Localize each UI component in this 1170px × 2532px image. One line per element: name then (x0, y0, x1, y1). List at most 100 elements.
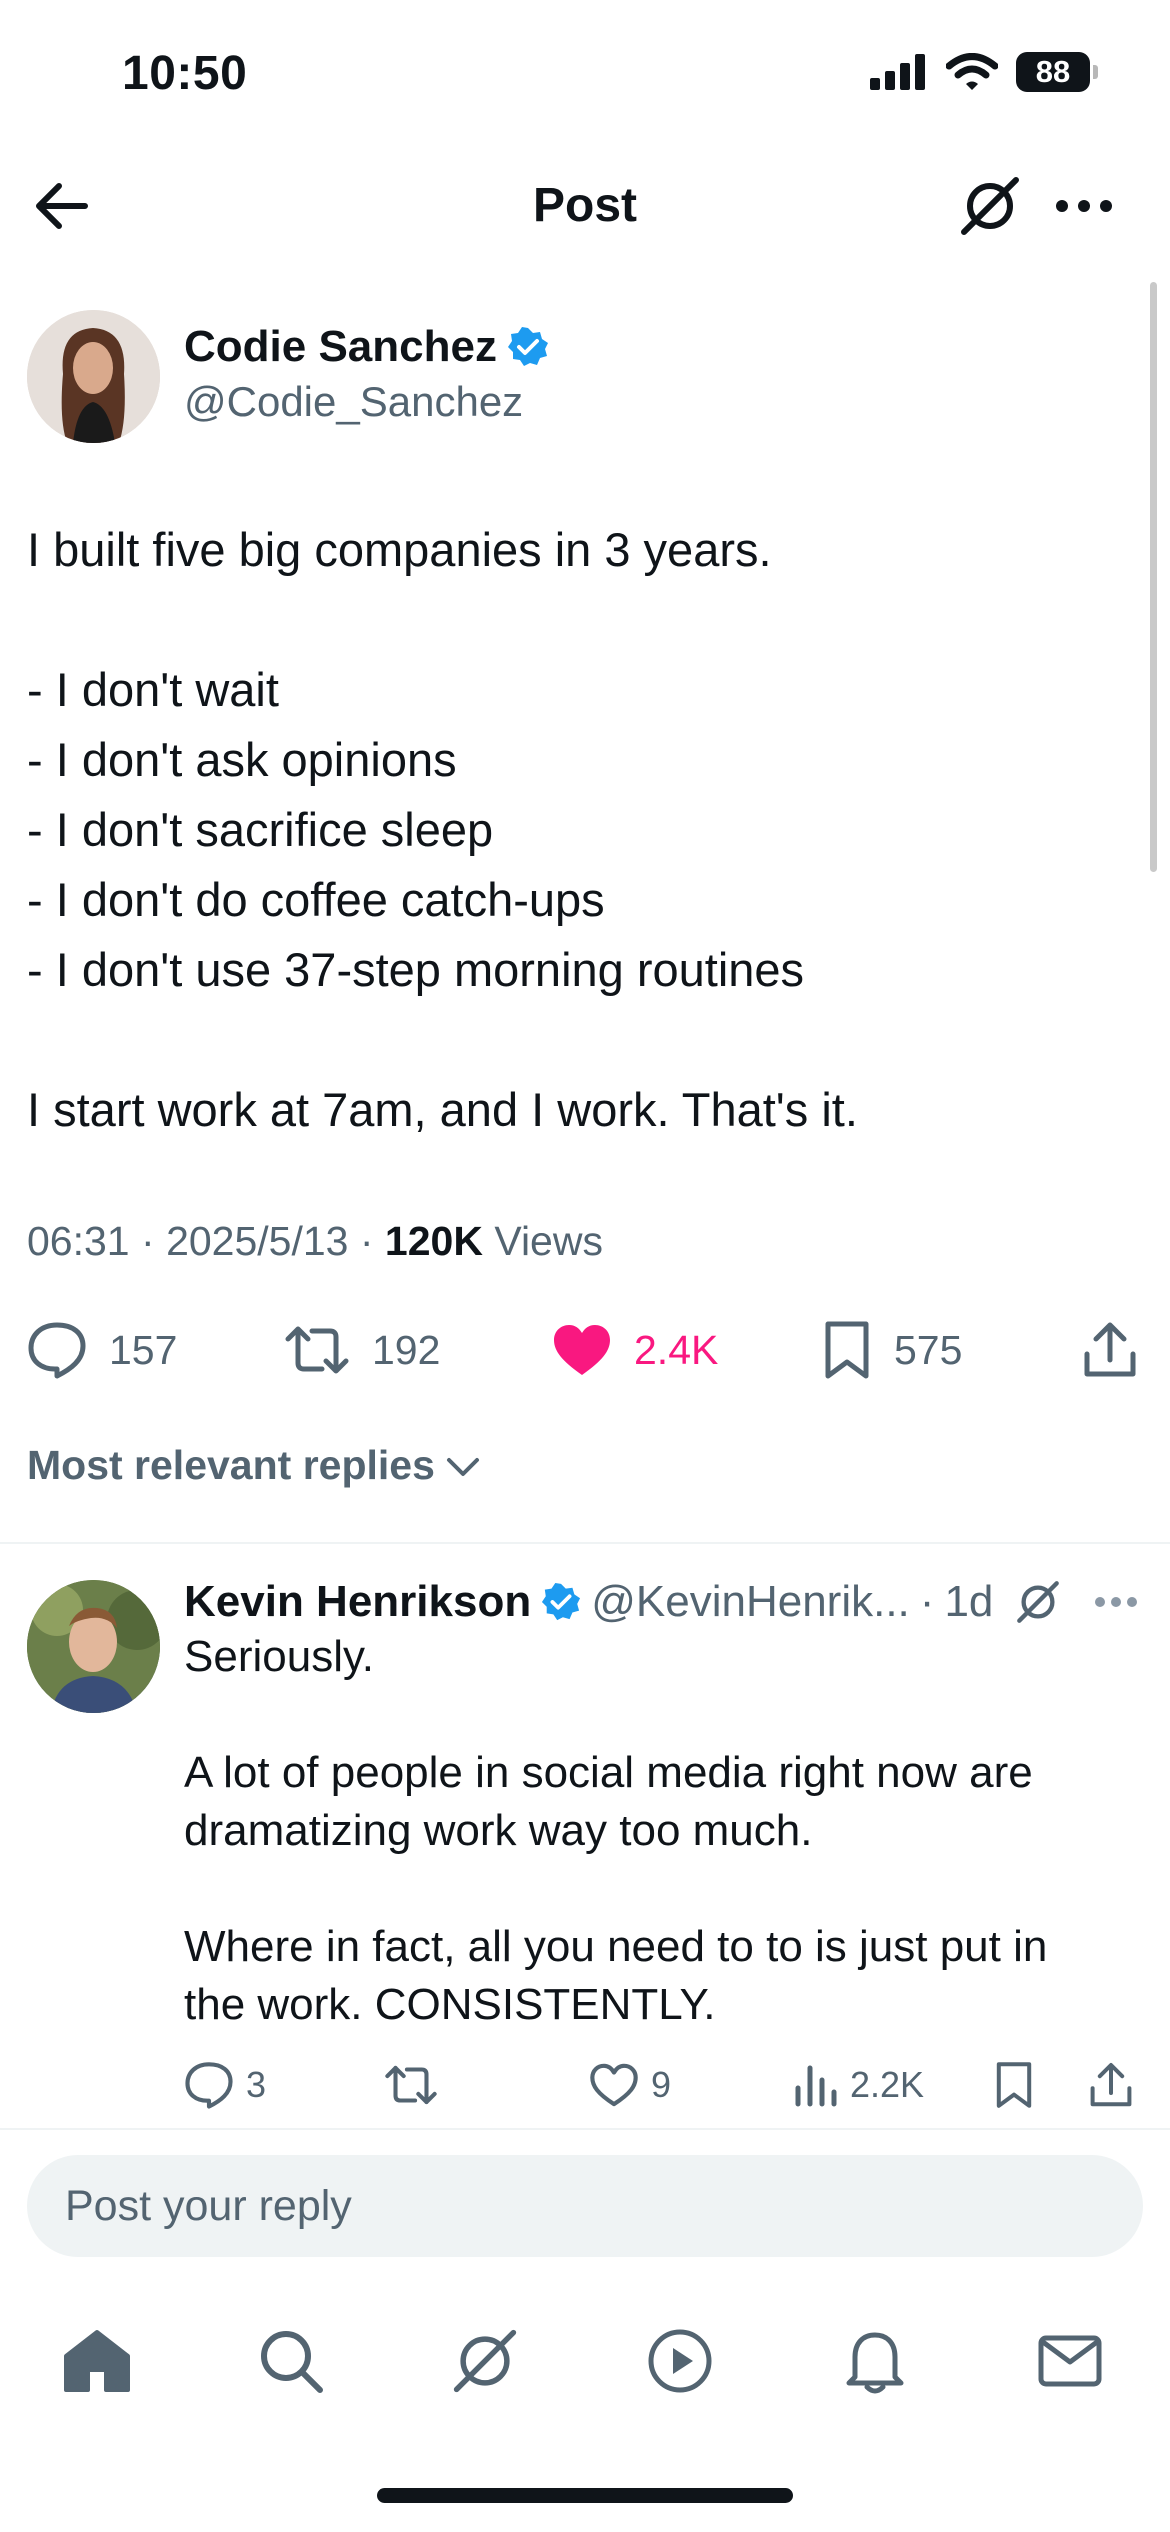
reply-reply-count: 3 (246, 2064, 267, 2105)
wifi-icon (946, 53, 998, 91)
separator-dot: · (141, 1218, 167, 1264)
sort-replies-dropdown[interactable]: Most relevant replies (27, 1442, 481, 1489)
reply-text-line: dramatizing work way too much. (184, 1806, 813, 1855)
reply-bookmark-button[interactable] (994, 2055, 1034, 2115)
post-text-line: - I don't do coffee catch-ups (27, 873, 605, 926)
bell-icon (845, 2327, 905, 2395)
reply-actions: 3 9 2.2K (184, 2055, 1144, 2115)
grok-button[interactable] (955, 176, 1025, 236)
bookmark-icon (822, 1320, 872, 1380)
scrollbar[interactable] (1150, 282, 1157, 872)
reply-header: Kevin Henrikson @KevinHenrik... · 1d (184, 1572, 993, 1632)
verified-badge-icon (541, 1582, 581, 1622)
nav-search[interactable] (236, 2318, 346, 2404)
verified-badge-icon (507, 326, 549, 368)
like-button[interactable]: 2.4K (552, 1310, 718, 1390)
reply-text-line: A lot of people in social media right no… (184, 1748, 1033, 1797)
views-label: Views (494, 1218, 603, 1264)
analytics-icon (794, 2062, 838, 2108)
reply-views-count: 2.2K (850, 2064, 925, 2105)
battery-level: 88 (1035, 54, 1071, 89)
share-button[interactable] (1082, 1310, 1138, 1390)
sort-label: Most relevant replies (27, 1442, 435, 1488)
reply-grok-button[interactable] (1008, 1572, 1068, 1632)
reply-icon (184, 2061, 234, 2109)
reply-reply-button[interactable]: 3 (184, 2055, 266, 2115)
status-time: 10:50 (122, 47, 248, 100)
home-icon (62, 2328, 132, 2394)
more-horizontal-icon (1055, 199, 1113, 213)
mail-icon (1037, 2334, 1103, 2388)
repost-count: 192 (372, 1326, 441, 1373)
reply-text-line: the work. CONSISTENTLY. (184, 1980, 716, 2029)
reply-like-button[interactable]: 9 (589, 2055, 671, 2115)
like-count: 2.4K (634, 1326, 719, 1373)
reply-more-button[interactable] (1085, 1572, 1147, 1632)
share-icon (1082, 1320, 1138, 1380)
reply-views-button[interactable]: 2.2K (794, 2055, 924, 2115)
author-avatar[interactable] (27, 310, 160, 443)
reply-author-handle[interactable]: @KevinHenrik... (591, 1577, 910, 1627)
repost-icon (384, 2063, 438, 2107)
grok-icon (450, 2326, 520, 2396)
repost-button[interactable]: 192 (284, 1310, 440, 1390)
reply-author-avatar[interactable] (27, 1580, 160, 1713)
reply-text: Seriously. A lot of people in social med… (184, 1628, 1104, 2034)
author-name[interactable]: Codie Sanchez (184, 322, 497, 372)
post-text-line: - I don't ask opinions (27, 733, 457, 786)
more-horizontal-icon (1094, 1596, 1138, 1608)
more-options-button[interactable] (1048, 176, 1120, 236)
reply-count: 157 (109, 1326, 178, 1373)
reply-repost-button[interactable] (384, 2055, 438, 2115)
reply-text-line (184, 1686, 1104, 1744)
heart-filled-icon (552, 1323, 612, 1377)
chevron-down-icon (445, 1454, 481, 1478)
reply-age[interactable]: 1d (944, 1577, 993, 1627)
post-actions: 157 192 2.4K 575 (27, 1310, 1147, 1390)
bookmark-count: 575 (894, 1326, 963, 1373)
status-icons: 88 (870, 52, 1098, 92)
post-text-line (27, 1005, 1127, 1075)
post-text-line: - I don't use 37-step morning routines (27, 943, 805, 996)
separator-dot: · (359, 1218, 385, 1264)
post-text: I built five big companies in 3 years. -… (27, 515, 1127, 1145)
author-handle[interactable]: @Codie_Sanchez (184, 378, 523, 426)
reply-button[interactable]: 157 (27, 1310, 177, 1390)
reply-icon (27, 1321, 87, 1379)
signal-icon (870, 54, 928, 90)
grok-icon (958, 176, 1022, 236)
divider (0, 2128, 1170, 2130)
repost-icon (284, 1323, 350, 1377)
reply-composer[interactable] (27, 2155, 1143, 2257)
nav-messages[interactable] (1015, 2318, 1125, 2404)
divider (0, 1542, 1170, 1544)
post-text-line: - I don't sacrifice sleep (27, 803, 494, 856)
share-icon (1088, 2061, 1134, 2109)
battery-icon: 88 (1016, 52, 1098, 92)
reply-input[interactable] (63, 2180, 1107, 2232)
reply-text-line: Seriously. (184, 1632, 374, 1681)
search-icon (258, 2328, 324, 2394)
bookmark-icon (994, 2061, 1034, 2109)
bookmark-button[interactable]: 575 (822, 1310, 962, 1390)
nav-video[interactable] (625, 2318, 735, 2404)
post-meta: 06:31 · 2025/5/13 · 120K Views (27, 1218, 603, 1265)
post-text-line: I start work at 7am, and I work. That's … (27, 1083, 858, 1136)
grok-icon (1015, 1580, 1061, 1624)
post-text-line (27, 585, 1127, 655)
nav-home[interactable] (42, 2318, 152, 2404)
reply-share-button[interactable] (1088, 2055, 1134, 2115)
reply-author-name[interactable]: Kevin Henrikson (184, 1577, 531, 1627)
home-indicator[interactable] (377, 2488, 793, 2503)
nav-grok[interactable] (430, 2318, 540, 2404)
post-date[interactable]: 2025/5/13 (166, 1218, 348, 1264)
nav-notifications[interactable] (820, 2318, 930, 2404)
post-time[interactable]: 06:31 (27, 1218, 130, 1264)
author-name-row[interactable]: Codie Sanchez (184, 322, 549, 372)
play-circle-icon (647, 2328, 713, 2394)
heart-icon (589, 2062, 639, 2108)
post-text-line: - I don't wait (27, 663, 279, 716)
separator-dot: · (919, 1577, 935, 1626)
post-text-line: I built five big companies in 3 years. (27, 523, 772, 576)
views-count[interactable]: 120K (385, 1218, 483, 1264)
